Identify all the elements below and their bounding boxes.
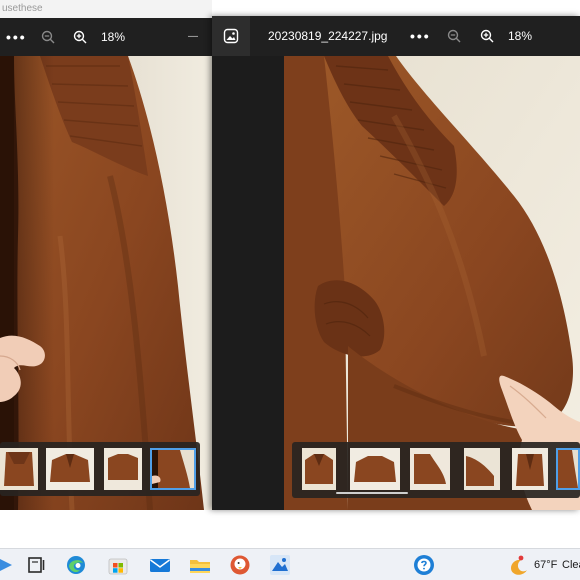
help-icon[interactable] [412, 553, 436, 577]
zoom-out-icon[interactable] [40, 29, 56, 45]
filmstrip-thumbnail[interactable] [464, 448, 500, 490]
thumbnail-image [350, 448, 400, 490]
photos-app-icon[interactable] [223, 28, 239, 44]
zoom-out-icon[interactable] [446, 28, 462, 44]
task-view-icon[interactable] [24, 553, 48, 577]
left-filmstrip [0, 442, 200, 496]
zoom-in-icon[interactable] [479, 28, 495, 44]
weather-condition[interactable]: Clea [562, 549, 580, 580]
filmstrip-thumbnail[interactable] [410, 448, 450, 490]
filmstrip-thumbnail[interactable] [350, 448, 400, 490]
right-viewer-toolbar: 20230819_224227.jpg ••• 18% [212, 16, 580, 56]
thumbnail-image [302, 448, 336, 490]
windows-taskbar: 67°F Clea [0, 548, 580, 580]
filmstrip-thumbnail-selected[interactable] [150, 448, 196, 490]
mail-icon[interactable] [148, 553, 172, 577]
weather-temperature[interactable]: 67°F [534, 549, 557, 580]
thumbnail-image [46, 448, 94, 490]
zoom-level-label: 18% [508, 29, 533, 43]
right-photo-viewer-window: 20230819_224227.jpg ••• 18% [212, 16, 580, 510]
filmstrip-thumbnail[interactable] [302, 448, 336, 490]
zoom-level-label: 18% [101, 30, 126, 44]
left-viewer-toolbar: ••• 18% — [0, 18, 212, 56]
filmstrip-thumbnail[interactable] [512, 448, 548, 490]
thumbnail-image [410, 448, 450, 490]
viewer-side-panel [212, 56, 284, 510]
filmstrip-thumbnail[interactable] [46, 448, 94, 490]
file-explorer-icon[interactable] [188, 553, 212, 577]
thumbnail-image [104, 448, 142, 490]
thumbnail-image [464, 448, 500, 490]
thumbnail-image [558, 450, 578, 488]
right-filmstrip [292, 442, 580, 498]
minimize-icon[interactable]: — [188, 18, 198, 56]
photos-icon[interactable] [268, 553, 292, 577]
filmstrip-scroll-indicator[interactable] [336, 492, 408, 494]
thumbnail-image [0, 448, 38, 490]
filmstrip-thumbnail-selected[interactable] [556, 448, 580, 490]
more-options-button[interactable]: ••• [6, 18, 27, 56]
zoom-in-icon[interactable] [72, 29, 88, 45]
thumbnail-image [512, 448, 548, 490]
filmstrip-thumbnail[interactable] [104, 448, 142, 490]
edge-icon[interactable] [64, 553, 88, 577]
more-options-button[interactable]: ••• [410, 16, 431, 56]
app-icon-area [212, 16, 250, 56]
duckduckgo-icon[interactable] [228, 553, 252, 577]
left-photo-viewer-window: usethese ••• 18% — [0, 0, 212, 510]
file-name-label: 20230819_224227.jpg [268, 29, 388, 43]
left-window-title: usethese [0, 0, 212, 18]
thumbnail-image [152, 450, 194, 488]
desktop-screen: usethese ••• 18% — 20230819_224227.jpg •… [0, 0, 580, 580]
filmstrip-thumbnail[interactable] [0, 448, 38, 490]
widgets-icon[interactable] [0, 553, 16, 577]
store-icon[interactable] [106, 553, 130, 577]
weather-icon[interactable] [506, 553, 530, 577]
